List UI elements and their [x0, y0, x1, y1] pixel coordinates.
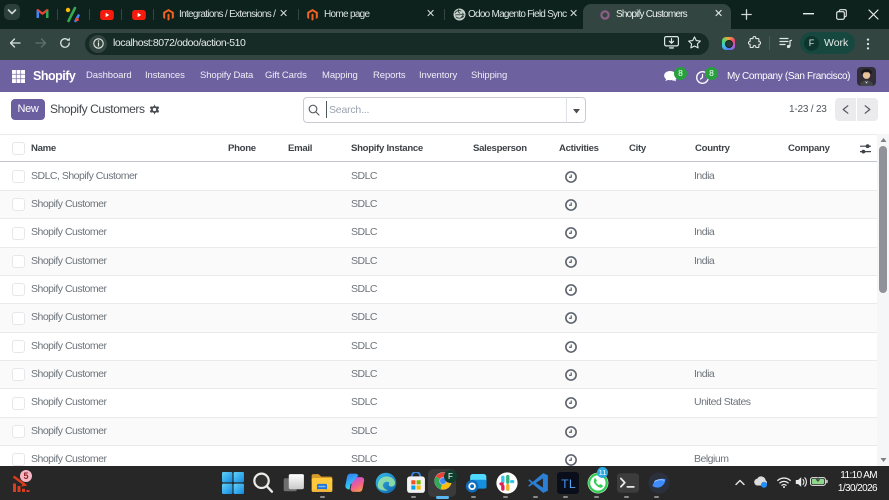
- svg-text:L: L: [569, 477, 576, 491]
